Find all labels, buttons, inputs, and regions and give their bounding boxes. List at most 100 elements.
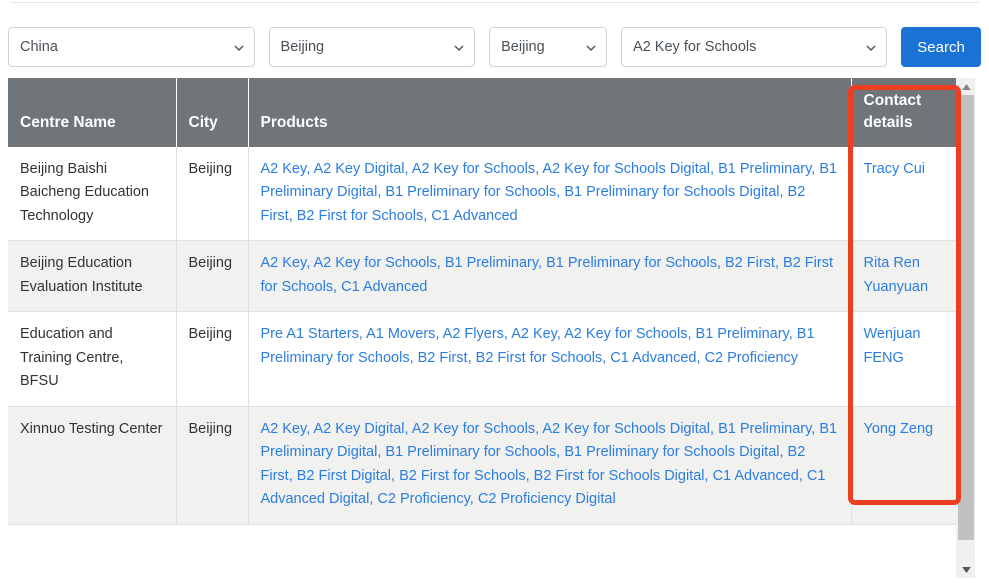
product-link[interactable]: C1 Advanced bbox=[341, 279, 427, 295]
product-link[interactable]: A2 Key bbox=[261, 421, 307, 437]
product-link[interactable]: A2 Key Digital bbox=[313, 161, 404, 177]
product-separator: , bbox=[799, 468, 807, 484]
product-link[interactable]: B1 Preliminary bbox=[445, 255, 538, 271]
country-select[interactable]: China bbox=[8, 27, 255, 67]
cell-contact-details: Wenjuan FENG bbox=[851, 312, 956, 406]
product-link[interactable]: C2 Proficiency Digital bbox=[478, 491, 616, 507]
product-link[interactable]: B1 Preliminary for Schools bbox=[546, 255, 717, 271]
product-separator: , bbox=[710, 161, 718, 177]
product-separator: , bbox=[538, 255, 546, 271]
region-select[interactable]: Beijing bbox=[269, 27, 476, 67]
product-link[interactable]: B1 Preliminary for Schools Digital bbox=[564, 184, 779, 200]
product-link[interactable]: A2 Key for Schools bbox=[412, 421, 535, 437]
product-separator: , bbox=[405, 421, 412, 437]
product-separator: , bbox=[717, 255, 725, 271]
product-link[interactable]: C1 Advanced bbox=[610, 350, 696, 366]
cell-products: A2 Key, A2 Key for Schools, B1 Prelimina… bbox=[248, 241, 851, 312]
product-link[interactable]: B1 Preliminary bbox=[718, 421, 811, 437]
product-separator: , bbox=[526, 468, 534, 484]
product-link[interactable]: C1 Advanced bbox=[713, 468, 799, 484]
product-separator: , bbox=[333, 279, 341, 295]
product-link[interactable]: B2 First for Schools bbox=[476, 350, 603, 366]
search-button[interactable]: Search bbox=[901, 27, 981, 67]
cell-centre-name: Xinnuo Testing Center bbox=[8, 406, 176, 524]
cell-contact-details: Rita Ren Yuanyuan bbox=[851, 241, 956, 312]
cell-centre-name: Education and Training Centre, BFSU bbox=[8, 312, 176, 406]
product-link[interactable]: A2 Key for Schools bbox=[313, 255, 436, 271]
column-header-products[interactable]: Products bbox=[248, 78, 851, 147]
table-row: Xinnuo Testing CenterBeijingA2 Key, A2 K… bbox=[8, 406, 956, 524]
product-link[interactable]: B2 First for Schools bbox=[399, 468, 526, 484]
product-link[interactable]: A2 Key bbox=[261, 161, 307, 177]
centres-table-scroll-area[interactable]: Centre Name City Products Contact detail… bbox=[8, 78, 956, 578]
product-separator: , bbox=[289, 468, 297, 484]
product-separator: , bbox=[289, 208, 297, 224]
country-select-value[interactable]: China bbox=[8, 27, 255, 67]
triangle-up-icon[interactable] bbox=[957, 78, 975, 95]
product-select-value[interactable]: A2 Key for Schools bbox=[621, 27, 887, 67]
product-link[interactable]: A2 Key for Schools Digital bbox=[542, 421, 710, 437]
product-separator: , bbox=[687, 326, 695, 342]
column-header-city[interactable]: City bbox=[176, 78, 248, 147]
table-row: Beijing Baishi Baicheng Education Techno… bbox=[8, 147, 956, 241]
product-link[interactable]: A2 Key for Schools Digital bbox=[542, 161, 710, 177]
contact-link[interactable]: Yong Zeng bbox=[864, 421, 934, 437]
product-link[interactable]: A2 Key bbox=[511, 326, 557, 342]
cell-city: Beijing bbox=[176, 147, 248, 241]
table-row: Beijing Education Evaluation InstituteBe… bbox=[8, 241, 956, 312]
product-separator: , bbox=[710, 421, 718, 437]
product-separator: , bbox=[779, 444, 787, 460]
region-select-value[interactable]: Beijing bbox=[269, 27, 476, 67]
centres-table: Centre Name City Products Contact detail… bbox=[8, 78, 956, 525]
cell-products: A2 Key, A2 Key Digital, A2 Key for Schoo… bbox=[248, 147, 851, 241]
product-link[interactable]: C2 Proficiency bbox=[705, 350, 798, 366]
product-link[interactable]: B1 Preliminary for Schools Digital bbox=[564, 444, 779, 460]
cell-centre-name: Beijing Baishi Baicheng Education Techno… bbox=[8, 147, 176, 241]
product-select[interactable]: A2 Key for Schools bbox=[621, 27, 887, 67]
product-separator: , bbox=[470, 491, 478, 507]
product-link[interactable]: B2 First bbox=[725, 255, 775, 271]
product-link[interactable]: C1 Advanced bbox=[431, 208, 517, 224]
centres-table-region: Centre Name City Products Contact detail… bbox=[8, 78, 981, 578]
cell-city: Beijing bbox=[176, 241, 248, 312]
product-link[interactable]: B1 Preliminary for Schools bbox=[385, 184, 556, 200]
product-link[interactable]: B1 Preliminary bbox=[696, 326, 789, 342]
triangle-down-icon[interactable] bbox=[957, 561, 975, 578]
product-separator: , bbox=[775, 255, 783, 271]
contact-link[interactable]: Wenjuan FENG bbox=[864, 326, 921, 365]
product-link[interactable]: B1 Preliminary bbox=[718, 161, 811, 177]
product-link[interactable]: B2 First for Schools Digital bbox=[534, 468, 705, 484]
product-link[interactable]: A2 Key for Schools bbox=[412, 161, 535, 177]
product-separator: , bbox=[435, 326, 442, 342]
product-separator: , bbox=[405, 161, 412, 177]
table-row: Education and Training Centre, BFSUBeiji… bbox=[8, 312, 956, 406]
product-link[interactable]: A2 Key bbox=[261, 255, 307, 271]
cell-products: Pre A1 Starters, A1 Movers, A2 Flyers, A… bbox=[248, 312, 851, 406]
product-separator: , bbox=[705, 468, 713, 484]
column-header-contact-details[interactable]: Contact details bbox=[851, 78, 956, 147]
column-header-centre-name[interactable]: Centre Name bbox=[8, 78, 176, 147]
product-separator: , bbox=[359, 326, 366, 342]
search-filter-bar: China Beijing Beijing A2 Key for Schools… bbox=[8, 27, 981, 67]
contact-link[interactable]: Rita Ren Yuanyuan bbox=[864, 255, 929, 294]
product-link[interactable]: B1 Preliminary for Schools bbox=[385, 444, 556, 460]
vertical-scrollbar[interactable] bbox=[956, 78, 975, 578]
scrollbar-thumb[interactable] bbox=[958, 95, 974, 540]
product-link[interactable]: B2 First Digital bbox=[297, 468, 391, 484]
cell-city: Beijing bbox=[176, 312, 248, 406]
page-top-divider bbox=[10, 2, 979, 3]
contact-link[interactable]: Tracy Cui bbox=[864, 161, 926, 177]
product-link[interactable]: A2 Flyers bbox=[443, 326, 504, 342]
product-link[interactable]: B2 First for Schools bbox=[297, 208, 424, 224]
cell-centre-name: Beijing Education Evaluation Institute bbox=[8, 241, 176, 312]
product-link[interactable]: A1 Movers bbox=[366, 326, 435, 342]
product-separator: , bbox=[468, 350, 476, 366]
product-link[interactable]: A2 Key Digital bbox=[313, 421, 404, 437]
product-link[interactable]: B2 First bbox=[418, 350, 468, 366]
city-select-value[interactable]: Beijing bbox=[489, 27, 607, 67]
product-link[interactable]: Pre A1 Starters bbox=[261, 326, 359, 342]
city-select[interactable]: Beijing bbox=[489, 27, 607, 67]
product-link[interactable]: A2 Key for Schools bbox=[564, 326, 687, 342]
table-body: Beijing Baishi Baicheng Education Techno… bbox=[8, 147, 956, 524]
product-link[interactable]: C2 Proficiency bbox=[377, 491, 469, 507]
